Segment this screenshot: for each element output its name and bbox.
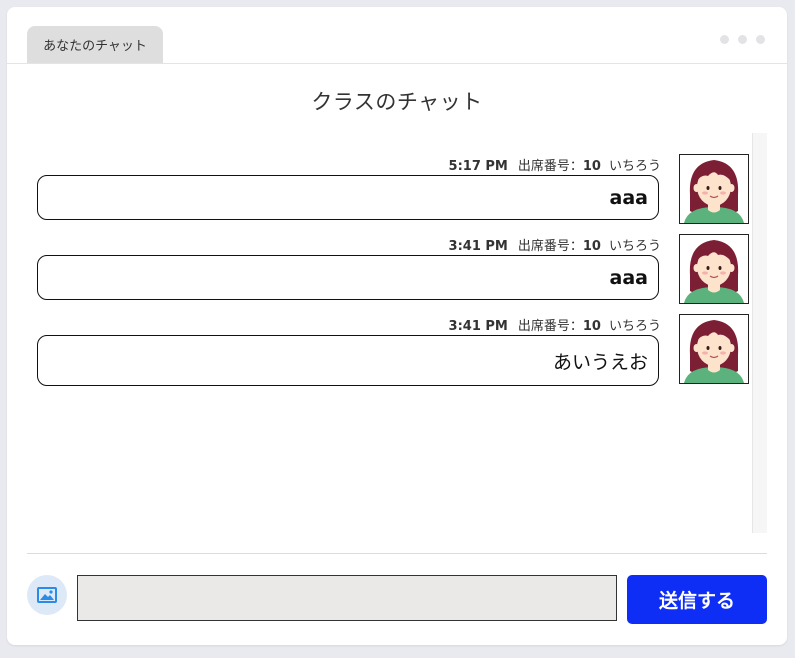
student-avatar-girl-icon [684,320,744,383]
avatar [679,154,749,224]
dot [720,35,729,44]
avatar [679,314,749,384]
message-item: 3:41 PM 出席番号：10 いちろう aaa [37,234,749,314]
message-text: aaa [609,266,648,289]
attach-image-button[interactable] [27,575,67,615]
scrollbar[interactable] [752,133,767,533]
message-time: 3:41 PM [448,239,508,254]
sender-name: いちろう [608,159,661,174]
seat-number: 10 [582,239,601,254]
seat-number: 10 [582,319,601,334]
message-time: 3:41 PM [448,319,508,334]
dot [738,35,747,44]
message-item: 3:41 PM 出席番号：10 いちろう あいうえお [37,314,749,394]
student-avatar-girl-icon [684,240,744,303]
seat-number: 10 [582,159,601,174]
message-list: 5:17 PM 出席番号：10 いちろう aaa 3:41 PM 出席番号：10… [37,154,749,394]
message-meta: 5:17 PM 出席番号：10 いちろう [449,155,661,174]
message-time: 5:17 PM [448,159,508,174]
tab-your-chat[interactable]: あなたのチャット [27,26,163,63]
avatar [679,234,749,304]
image-icon [37,587,57,603]
dot [756,35,765,44]
sender-name: いちろう [608,239,661,254]
seat-label: 出席番号： [517,319,583,334]
send-button[interactable]: 送信する [627,575,767,624]
message-meta: 3:41 PM 出席番号：10 いちろう [449,235,661,254]
message-input[interactable] [77,575,617,621]
message-bubble: aaa [37,255,659,300]
more-horizontal-icon[interactable] [720,35,765,44]
student-avatar-girl-icon [684,160,744,223]
message-bubble: あいうえお [37,335,659,386]
page-title: クラスのチャット [311,90,483,114]
chat-panel: あなたのチャット クラスのチャット 5:17 PM 出席番号：10 いちろう aaa [7,7,787,645]
seat-label: 出席番号： [517,239,583,254]
message-meta: 3:41 PM 出席番号：10 いちろう [449,315,661,334]
header-divider [7,63,787,64]
message-text: あいうえお [552,351,648,373]
message-item: 5:17 PM 出席番号：10 いちろう aaa [37,154,749,234]
message-text: aaa [609,186,648,209]
footer-divider [27,553,767,554]
sender-name: いちろう [608,319,661,334]
seat-label: 出席番号： [517,159,583,174]
message-bubble: aaa [37,175,659,220]
